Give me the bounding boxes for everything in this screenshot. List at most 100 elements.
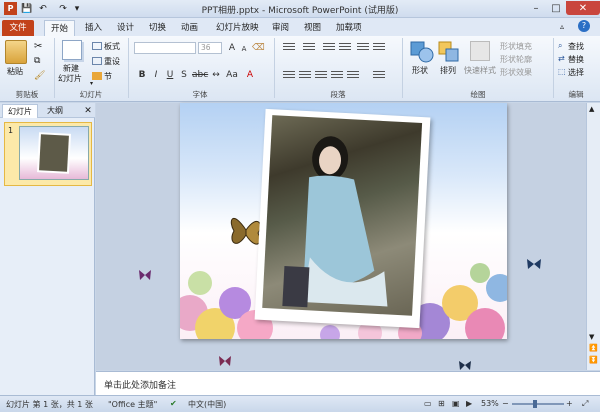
align-center-icon[interactable] xyxy=(298,69,312,80)
section-button[interactable]: 节 xyxy=(104,71,112,82)
fit-window-icon[interactable]: ⤢ xyxy=(582,399,588,409)
tab-home[interactable]: 开始 xyxy=(44,20,76,36)
numbering-icon[interactable] xyxy=(302,41,316,52)
reading-view-icon[interactable]: ▣ xyxy=(452,399,460,408)
tab-review[interactable]: 审阅 xyxy=(266,20,295,36)
shape-effects-button[interactable]: 形状效果 xyxy=(500,67,532,78)
tab-outline-panel[interactable]: 大纲 xyxy=(40,104,70,118)
close-panel-icon[interactable]: ✕ xyxy=(82,104,94,118)
shape-fill-button[interactable]: 形状填充 xyxy=(500,41,532,52)
tab-animations[interactable]: 动画 xyxy=(175,20,204,36)
slide-canvas[interactable] xyxy=(180,103,507,339)
cut-icon[interactable]: ✂ xyxy=(34,41,42,52)
arrange-button[interactable]: 排列 xyxy=(440,65,456,76)
reset-button[interactable]: 重设 xyxy=(104,56,120,67)
next-slide-icon[interactable]: ⏬ xyxy=(589,356,598,364)
font-name-combo[interactable] xyxy=(134,42,196,54)
font-color-icon[interactable]: A xyxy=(244,69,256,81)
strikethrough-icon[interactable]: abc xyxy=(192,69,208,81)
shape-outline-button[interactable]: 形状轮廓 xyxy=(500,54,532,65)
find-icon[interactable]: ⌕ xyxy=(558,41,562,51)
butterfly-icon xyxy=(459,361,471,370)
replace-icon[interactable]: ⇄ xyxy=(558,54,565,63)
copy-icon[interactable]: ⧉ xyxy=(34,56,40,66)
slideshow-view-icon[interactable]: ▶ xyxy=(466,399,472,408)
clear-format-icon[interactable]: ⌫ xyxy=(252,42,265,54)
tab-design[interactable]: 设计 xyxy=(111,20,140,36)
arrange-icon[interactable] xyxy=(438,41,460,63)
zoom-slider[interactable] xyxy=(512,403,564,405)
zoom-slider-thumb[interactable] xyxy=(533,400,537,408)
new-slide-label[interactable]: 幻灯片 xyxy=(58,73,82,84)
tab-slides-panel[interactable]: 幻灯片 xyxy=(2,104,38,118)
select-button[interactable]: 选择 xyxy=(568,67,584,78)
columns-icon[interactable] xyxy=(346,69,360,80)
select-icon[interactable]: ⬚ xyxy=(558,67,566,76)
scroll-up-icon[interactable]: ▲ xyxy=(589,105,594,113)
new-slide-dropdown-icon[interactable]: ▾ xyxy=(90,80,93,87)
layout-icon[interactable] xyxy=(92,42,102,50)
prev-slide-icon[interactable]: ⏫ xyxy=(589,344,598,352)
minimize-button[interactable]: – xyxy=(526,1,546,15)
font-size-combo[interactable]: 36 xyxy=(198,42,222,54)
shrink-font-icon[interactable]: A xyxy=(238,43,250,55)
paste-button[interactable]: 粘贴 xyxy=(7,66,23,77)
align-right-icon[interactable] xyxy=(314,69,328,80)
shapes-button[interactable]: 形状 xyxy=(412,65,428,76)
quick-styles-button[interactable]: 快速样式 xyxy=(464,65,496,76)
grow-font-icon[interactable]: A xyxy=(226,42,238,54)
clipboard-group-label: 剪贴板 xyxy=(15,90,39,99)
notes-pane[interactable]: 单击此处添加备注 xyxy=(96,371,600,395)
italic-icon[interactable]: I xyxy=(150,69,162,81)
vertical-scrollbar[interactable]: ▲ ▼ ⏫ ⏬ xyxy=(586,103,600,370)
zoom-out-icon[interactable]: − xyxy=(502,399,509,408)
scroll-down-icon[interactable]: ▼ xyxy=(589,333,594,341)
bullets-icon[interactable] xyxy=(282,41,296,52)
minimize-ribbon-icon[interactable]: ▵ xyxy=(560,22,564,31)
close-button[interactable]: ✕ xyxy=(566,1,600,15)
decrease-indent-icon[interactable] xyxy=(322,41,336,52)
text-direction-icon[interactable] xyxy=(372,41,386,52)
zoom-level[interactable]: 53% xyxy=(481,399,499,408)
theme-name[interactable]: "Office 主题" xyxy=(108,399,157,410)
section-icon[interactable] xyxy=(92,72,102,80)
replace-button[interactable]: 替换 xyxy=(568,54,584,65)
tab-file[interactable]: 文件 xyxy=(2,20,34,36)
slides-panel: 幻灯片 大纲 ✕ 1 xyxy=(0,103,95,395)
tab-insert[interactable]: 插入 xyxy=(79,20,108,36)
line-spacing-icon[interactable] xyxy=(356,41,370,52)
tab-transitions[interactable]: 切换 xyxy=(143,20,172,36)
spell-check-icon[interactable]: ✔ xyxy=(170,399,177,408)
quick-styles-icon[interactable] xyxy=(470,41,490,61)
shapes-icon[interactable] xyxy=(410,41,434,63)
slide-sorter-icon[interactable]: ⊞ xyxy=(438,399,445,408)
tab-addins[interactable]: 加载项 xyxy=(330,20,368,36)
normal-view-icon[interactable]: ▭ xyxy=(424,399,432,408)
char-spacing-icon[interactable]: ↔ xyxy=(210,69,222,81)
underline-icon[interactable]: U xyxy=(164,69,176,81)
increase-indent-icon[interactable] xyxy=(338,41,352,52)
tab-slideshow[interactable]: 幻灯片放映 xyxy=(210,20,265,36)
slide-thumbnail[interactable]: 1 xyxy=(4,122,92,186)
ribbon-tab-bar: 文件 开始 插入 设计 切换 动画 幻灯片放映 审阅 视图 加载项 ▵ ? xyxy=(0,18,600,36)
slide-editing-area[interactable] xyxy=(96,103,586,370)
justify-icon[interactable] xyxy=(330,69,344,80)
help-icon[interactable]: ? xyxy=(578,20,590,32)
align-left-icon[interactable] xyxy=(282,69,296,80)
shadow-icon[interactable]: S xyxy=(178,69,190,81)
paste-icon[interactable] xyxy=(5,40,27,64)
maximize-button[interactable]: □ xyxy=(546,1,566,15)
find-button[interactable]: 查找 xyxy=(568,41,584,52)
tab-view[interactable]: 视图 xyxy=(298,20,327,36)
reset-icon[interactable] xyxy=(92,57,102,65)
zoom-in-icon[interactable]: + xyxy=(566,399,573,408)
layout-button[interactable]: 板式 xyxy=(104,41,120,52)
format-painter-icon[interactable]: 🖌 xyxy=(34,71,45,81)
language-status[interactable]: 中文(中国) xyxy=(188,399,226,410)
change-case-icon[interactable]: Aa xyxy=(226,69,238,81)
new-slide-icon[interactable] xyxy=(62,40,82,60)
smartart-icon[interactable] xyxy=(372,69,386,80)
butterfly-icon xyxy=(139,270,151,280)
photo-frame[interactable] xyxy=(254,108,431,329)
bold-icon[interactable]: B xyxy=(136,69,148,81)
